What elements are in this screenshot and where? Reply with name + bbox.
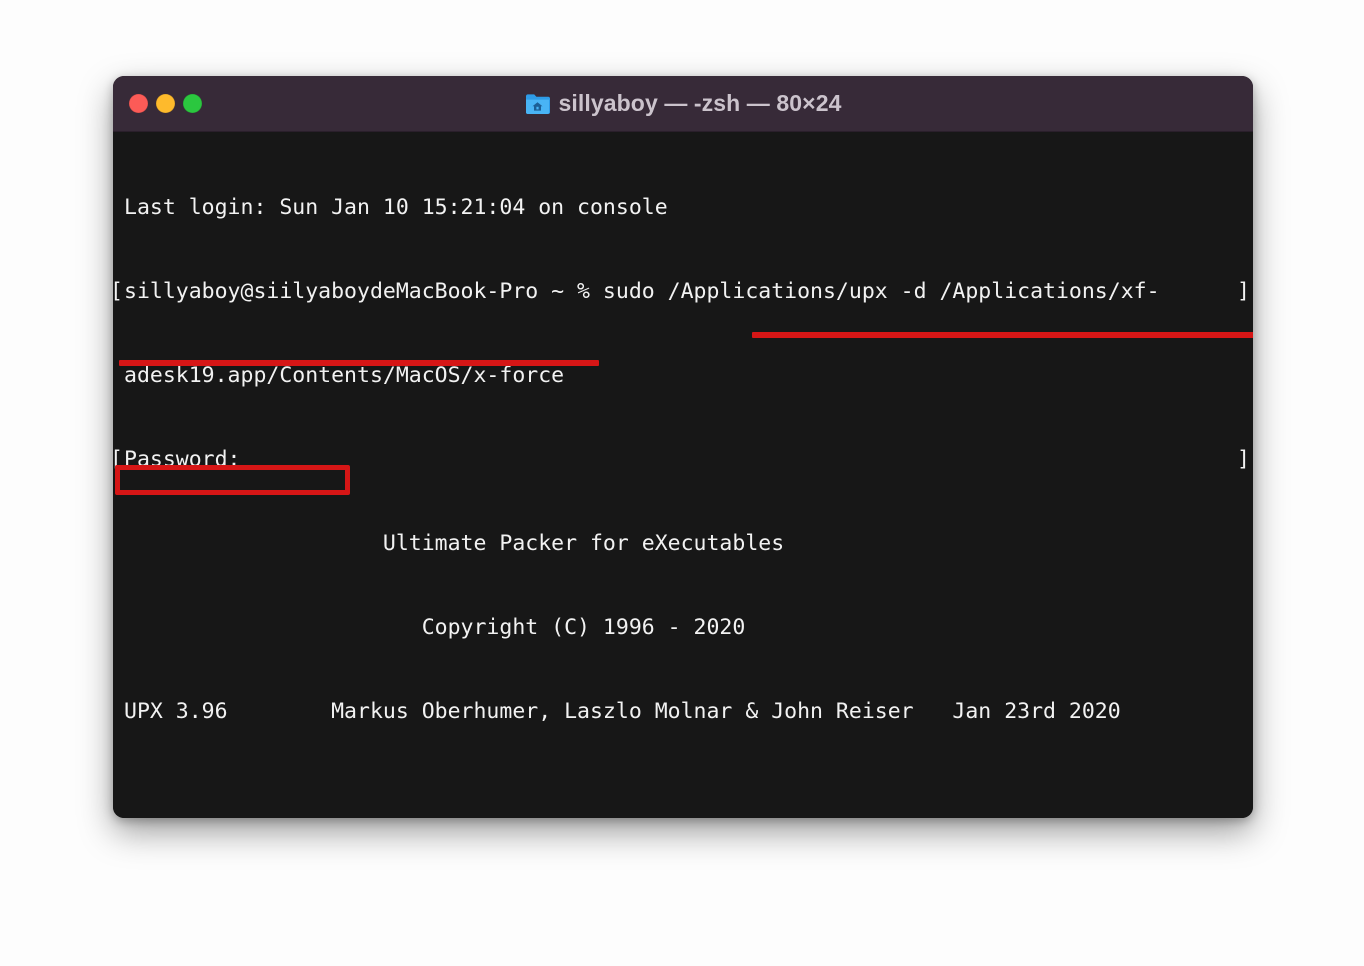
window-controls — [129, 76, 202, 131]
annotation-underline-command-line-1 — [752, 332, 1253, 338]
window-title: sillyaboy — -zsh — 80×24 — [558, 90, 842, 116]
terminal-line: sillyaboy@siilyaboydeMacBook-Pro ~ % sud… — [113, 278, 1253, 306]
wrap-artifact: ] — [1237, 279, 1250, 304]
terminal-line: UPX 3.96 Markus Oberhumer, Laszlo Molnar… — [124, 699, 1121, 724]
terminal-line: Ultimate Packer for eXecutables — [124, 531, 785, 556]
home-folder-icon — [525, 93, 550, 114]
terminal-text: Last login: Sun Jan 10 15:21:04 on conso… — [113, 138, 1253, 818]
terminal-output-area[interactable]: Last login: Sun Jan 10 15:21:04 on conso… — [113, 132, 1253, 818]
terminal-line: Copyright (C) 1996 - 2020 — [124, 615, 746, 640]
terminal-line-text: sillyaboy@siilyaboydeMacBook-Pro ~ % sud… — [124, 279, 1160, 304]
zoom-button[interactable] — [183, 94, 202, 113]
close-button[interactable] — [129, 94, 148, 113]
annotation-underline-command-line-2 — [119, 360, 599, 366]
title-bar-center: sillyaboy — -zsh — 80×24 — [525, 90, 842, 117]
annotation-box-unpacked-result — [115, 465, 350, 495]
minimize-button[interactable] — [156, 94, 175, 113]
wrap-artifact: ] — [1237, 447, 1250, 472]
terminal-window[interactable]: sillyaboy — -zsh — 80×24 Last login: Sun… — [113, 76, 1253, 818]
terminal-line: adesk19.app/Contents/MacOS/x-force — [124, 363, 565, 388]
terminal-line: Last login: Sun Jan 10 15:21:04 on conso… — [124, 195, 668, 220]
title-bar[interactable]: sillyaboy — -zsh — 80×24 — [113, 76, 1253, 132]
